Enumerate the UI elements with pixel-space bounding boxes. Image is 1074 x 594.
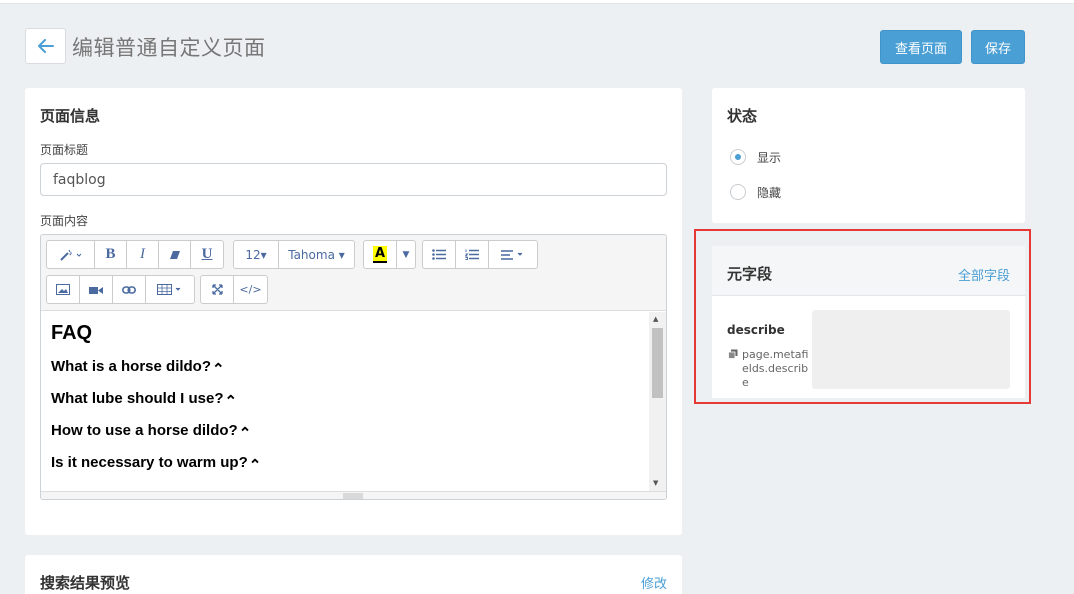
italic-button[interactable]: I xyxy=(127,241,159,268)
top-bar xyxy=(0,0,1074,4)
editor-scrollbar[interactable]: ▲ ▼ xyxy=(649,312,666,492)
page-title-input[interactable]: faqblog xyxy=(40,163,667,196)
editor-toolbar: B I U 12▾ Tahoma ▾ A ▼ </> xyxy=(41,235,666,311)
arrow-left-icon xyxy=(37,39,54,53)
font-family-select[interactable]: Tahoma ▾ xyxy=(279,241,354,268)
page-info-card: 页面信息 页面标题 faqblog 页面内容 B I U 12▾ Tahoma … xyxy=(25,88,682,535)
faq-question: What lube should I use?⌃ xyxy=(51,390,238,410)
seo-preview-title: 搜索结果预览 xyxy=(40,574,131,592)
radio-hide-label[interactable]: 隐藏 xyxy=(757,184,781,201)
video-icon xyxy=(89,286,103,294)
link-icon xyxy=(122,285,136,294)
scroll-down-icon[interactable]: ▼ xyxy=(653,479,658,487)
chevron-up-icon: ⌃ xyxy=(248,457,262,474)
faq-question: What is a horse dildo?⌃ xyxy=(51,358,225,378)
eraser-icon xyxy=(169,250,180,259)
color-dropdown-button[interactable]: ▼ xyxy=(397,241,415,268)
status-card: 状态 显示 隐藏 xyxy=(712,88,1025,223)
radio-hide[interactable] xyxy=(730,184,746,200)
bold-button[interactable]: B xyxy=(95,241,127,268)
page-title: 编辑普通自定义页面 xyxy=(72,36,266,60)
chevron-up-icon: ⌃ xyxy=(238,425,252,442)
bold-icon: B xyxy=(105,246,116,262)
magic-wand-button[interactable] xyxy=(47,241,95,268)
insert-image-button[interactable] xyxy=(47,276,80,303)
underline-button[interactable]: U xyxy=(191,241,223,268)
insert-link-button[interactable] xyxy=(113,276,146,303)
editor-resize-handle[interactable] xyxy=(41,491,666,499)
magic-wand-icon xyxy=(59,249,81,261)
faq-question: How to use a horse dildo?⌃ xyxy=(51,422,252,442)
numbered-list-icon xyxy=(465,249,479,260)
insert-table-button[interactable] xyxy=(146,276,194,303)
view-group: </> xyxy=(200,275,268,304)
underline-icon: U xyxy=(201,246,213,262)
back-button[interactable] xyxy=(25,28,66,64)
image-icon xyxy=(56,284,70,295)
list-group xyxy=(422,240,538,269)
chevron-up-icon: ⌃ xyxy=(212,361,225,378)
fullscreen-icon xyxy=(211,284,223,295)
resize-grip-icon xyxy=(343,493,363,499)
eraser-button[interactable] xyxy=(159,241,191,268)
faq-question: Is it necessary to warm up?⌃ xyxy=(51,454,262,474)
save-button[interactable]: 保存 xyxy=(971,30,1025,64)
bullet-list-icon xyxy=(432,249,446,260)
status-title: 状态 xyxy=(727,107,758,125)
faq-heading: FAQ xyxy=(51,322,93,344)
caret-down-icon: ▼ xyxy=(402,249,410,260)
color-group: A ▼ xyxy=(363,240,416,269)
insert-group xyxy=(46,275,195,304)
italic-icon: I xyxy=(140,246,145,262)
page-title-label: 页面标题 xyxy=(40,143,89,157)
style-group: B I U xyxy=(46,240,224,269)
code-view-button[interactable]: </> xyxy=(234,276,267,303)
rich-text-editor: B I U 12▾ Tahoma ▾ A ▼ </> FAQ What is a… xyxy=(40,234,667,500)
page-info-title: 页面信息 xyxy=(40,107,101,125)
align-left-icon xyxy=(501,249,523,260)
insert-video-button[interactable] xyxy=(80,276,113,303)
scroll-thumb[interactable] xyxy=(652,328,663,398)
highlight-a-icon: A xyxy=(372,246,388,263)
font-group: 12▾ Tahoma ▾ xyxy=(233,240,355,269)
radio-show-label[interactable]: 显示 xyxy=(757,149,781,166)
radio-show[interactable] xyxy=(730,149,746,165)
view-page-button[interactable]: 查看页面 xyxy=(880,30,962,64)
page-content-label: 页面内容 xyxy=(40,214,89,228)
code-icon: </> xyxy=(239,283,262,296)
seo-edit-link[interactable]: 修改 xyxy=(641,573,667,592)
numbered-list-button[interactable] xyxy=(456,241,489,268)
fullscreen-button[interactable] xyxy=(201,276,234,303)
bullet-list-button[interactable] xyxy=(423,241,456,268)
seo-preview-card: 搜索结果预览 修改 xyxy=(25,555,682,594)
font-size-select[interactable]: 12▾ xyxy=(234,241,279,268)
align-button[interactable] xyxy=(489,241,537,268)
text-color-button[interactable]: A xyxy=(364,241,397,268)
highlight-box xyxy=(694,229,1031,404)
chevron-up-icon: ⌃ xyxy=(224,393,238,410)
table-icon xyxy=(157,284,181,295)
scroll-up-icon[interactable]: ▲ xyxy=(653,315,658,323)
editor-content[interactable]: FAQ What is a horse dildo?⌃ What lube sh… xyxy=(41,312,648,492)
